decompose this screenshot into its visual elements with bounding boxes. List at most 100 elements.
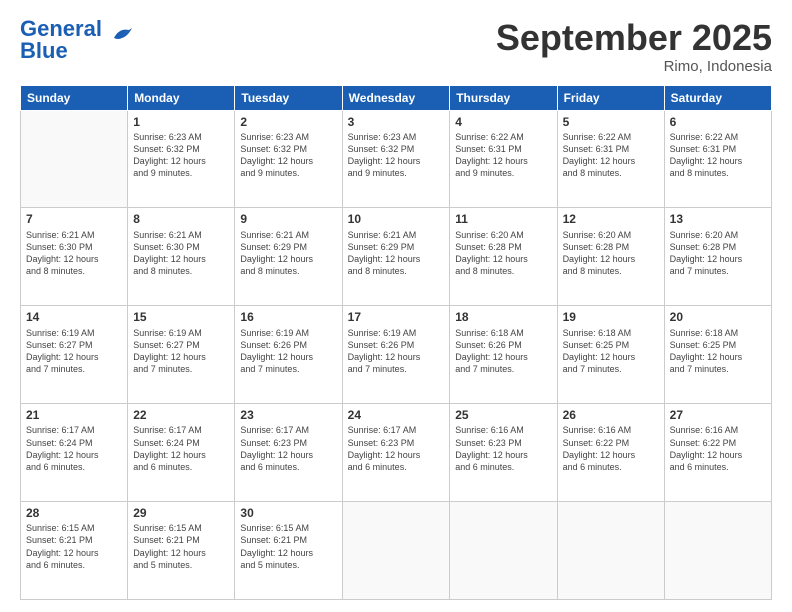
day-info: Sunrise: 6:21 AM Sunset: 6:30 PM Dayligh… <box>26 229 122 278</box>
calendar-cell <box>21 110 128 208</box>
calendar-cell: 8Sunrise: 6:21 AM Sunset: 6:30 PM Daylig… <box>128 208 235 306</box>
col-monday: Monday <box>128 85 235 110</box>
day-number: 24 <box>348 407 445 423</box>
day-number: 13 <box>670 211 766 227</box>
day-number: 16 <box>240 309 336 325</box>
calendar-cell: 5Sunrise: 6:22 AM Sunset: 6:31 PM Daylig… <box>557 110 664 208</box>
calendar-cell: 16 Sunrise: 6:19 AM Sunset: 6:26 PM Dayli… <box>235 306 342 404</box>
calendar-cell: 14 Sunrise: 6:19 AM Sunset: 6:27 PM Dayli… <box>21 306 128 404</box>
day-number: 10 <box>348 211 445 227</box>
day-info: Sunrise: 6:20 AM Sunset: 6:28 PM Dayligh… <box>563 229 659 278</box>
day-info: Sunrise: 6:22 AM Sunset: 6:31 PM Dayligh… <box>670 131 766 180</box>
calendar-cell: 3Sunrise: 6:23 AM Sunset: 6:32 PM Daylig… <box>342 110 450 208</box>
day-number: 6 <box>670 114 766 130</box>
day-number: 9 <box>240 211 336 227</box>
calendar-cell: 21Sunrise: 6:17 AM Sunset: 6:24 PM Dayli… <box>21 404 128 502</box>
calendar-cell: 2Sunrise: 6:23 AM Sunset: 6:32 PM Daylig… <box>235 110 342 208</box>
calendar-cell: 7Sunrise: 6:21 AM Sunset: 6:30 PM Daylig… <box>21 208 128 306</box>
day-info: Sunrise: 6:17 AM Sunset: 6:23 PM Dayligh… <box>240 424 336 473</box>
col-wednesday: Wednesday <box>342 85 450 110</box>
day-info: Sunrise: 6:19 AM Sunset: 6:26 PM Dayligh… <box>348 327 445 376</box>
day-number: 15 <box>133 309 229 325</box>
calendar-cell: 26Sunrise: 6:16 AM Sunset: 6:22 PM Dayli… <box>557 404 664 502</box>
day-number: 3 <box>348 114 445 130</box>
day-info: Sunrise: 6:19 AM Sunset: 6:27 PM Dayligh… <box>26 327 122 376</box>
col-friday: Friday <box>557 85 664 110</box>
calendar-cell: 25Sunrise: 6:16 AM Sunset: 6:23 PM Dayli… <box>450 404 557 502</box>
day-info: Sunrise: 6:18 AM Sunset: 6:25 PM Dayligh… <box>670 327 766 376</box>
calendar-cell: 20Sunrise: 6:18 AM Sunset: 6:25 PM Dayli… <box>664 306 771 404</box>
day-number: 18 <box>455 309 551 325</box>
day-number: 22 <box>133 407 229 423</box>
day-number: 2 <box>240 114 336 130</box>
calendar-cell: 27Sunrise: 6:16 AM Sunset: 6:22 PM Dayli… <box>664 404 771 502</box>
day-info: Sunrise: 6:21 AM Sunset: 6:30 PM Dayligh… <box>133 229 229 278</box>
day-info: Sunrise: 6:20 AM Sunset: 6:28 PM Dayligh… <box>455 229 551 278</box>
week-row-0: 1Sunrise: 6:23 AM Sunset: 6:32 PM Daylig… <box>21 110 772 208</box>
day-number: 5 <box>563 114 659 130</box>
calendar-cell: 19Sunrise: 6:18 AM Sunset: 6:25 PM Dayli… <box>557 306 664 404</box>
day-number: 26 <box>563 407 659 423</box>
day-info: Sunrise: 6:18 AM Sunset: 6:25 PM Dayligh… <box>563 327 659 376</box>
day-info: Sunrise: 6:17 AM Sunset: 6:24 PM Dayligh… <box>26 424 122 473</box>
calendar-cell: 10 Sunrise: 6:21 AM Sunset: 6:29 PM Dayli… <box>342 208 450 306</box>
calendar-header: Sunday Monday Tuesday Wednesday Thursday… <box>21 85 772 110</box>
calendar-cell: 22Sunrise: 6:17 AM Sunset: 6:24 PM Dayli… <box>128 404 235 502</box>
col-saturday: Saturday <box>664 85 771 110</box>
calendar-table: Sunday Monday Tuesday Wednesday Thursday… <box>20 85 772 600</box>
day-info: Sunrise: 6:16 AM Sunset: 6:22 PM Dayligh… <box>563 424 659 473</box>
calendar-cell: 28Sunrise: 6:15 AM Sunset: 6:21 PM Dayli… <box>21 502 128 600</box>
day-number: 29 <box>133 505 229 521</box>
day-number: 11 <box>455 211 551 227</box>
calendar-cell: 13 Sunrise: 6:20 AM Sunset: 6:28 PM Dayli… <box>664 208 771 306</box>
day-number: 4 <box>455 114 551 130</box>
day-number: 28 <box>26 505 122 521</box>
day-info: Sunrise: 6:22 AM Sunset: 6:31 PM Dayligh… <box>455 131 551 180</box>
day-info: Sunrise: 6:23 AM Sunset: 6:32 PM Dayligh… <box>133 131 229 180</box>
calendar-cell: 4Sunrise: 6:22 AM Sunset: 6:31 PM Daylig… <box>450 110 557 208</box>
calendar-cell <box>664 502 771 600</box>
logo-text: GeneralBlue <box>20 18 102 62</box>
logo: GeneralBlue <box>20 18 134 62</box>
day-number: 25 <box>455 407 551 423</box>
col-thursday: Thursday <box>450 85 557 110</box>
title-block: September 2025 Rimo, Indonesia <box>496 18 772 75</box>
week-row-3: 21Sunrise: 6:17 AM Sunset: 6:24 PM Dayli… <box>21 404 772 502</box>
day-info: Sunrise: 6:20 AM Sunset: 6:28 PM Dayligh… <box>670 229 766 278</box>
day-info: Sunrise: 6:15 AM Sunset: 6:21 PM Dayligh… <box>240 522 336 571</box>
day-info: Sunrise: 6:22 AM Sunset: 6:31 PM Dayligh… <box>563 131 659 180</box>
day-number: 27 <box>670 407 766 423</box>
col-sunday: Sunday <box>21 85 128 110</box>
calendar-cell: 30Sunrise: 6:15 AM Sunset: 6:21 PM Dayli… <box>235 502 342 600</box>
calendar-cell: 12Sunrise: 6:20 AM Sunset: 6:28 PM Dayli… <box>557 208 664 306</box>
day-info: Sunrise: 6:15 AM Sunset: 6:21 PM Dayligh… <box>26 522 122 571</box>
day-info: Sunrise: 6:23 AM Sunset: 6:32 PM Dayligh… <box>240 131 336 180</box>
calendar-cell: 1Sunrise: 6:23 AM Sunset: 6:32 PM Daylig… <box>128 110 235 208</box>
calendar-cell <box>450 502 557 600</box>
calendar-cell: 23Sunrise: 6:17 AM Sunset: 6:23 PM Dayli… <box>235 404 342 502</box>
col-tuesday: Tuesday <box>235 85 342 110</box>
day-number: 1 <box>133 114 229 130</box>
week-row-4: 28Sunrise: 6:15 AM Sunset: 6:21 PM Dayli… <box>21 502 772 600</box>
page: GeneralBlue September 2025 Rimo, Indones… <box>0 0 792 612</box>
calendar-cell: 18Sunrise: 6:18 AM Sunset: 6:26 PM Dayli… <box>450 306 557 404</box>
calendar-cell: 9Sunrise: 6:21 AM Sunset: 6:29 PM Daylig… <box>235 208 342 306</box>
day-info: Sunrise: 6:19 AM Sunset: 6:27 PM Dayligh… <box>133 327 229 376</box>
calendar-cell <box>342 502 450 600</box>
day-info: Sunrise: 6:19 AM Sunset: 6:26 PM Dayligh… <box>240 327 336 376</box>
calendar-cell: 29Sunrise: 6:15 AM Sunset: 6:21 PM Dayli… <box>128 502 235 600</box>
week-row-2: 14 Sunrise: 6:19 AM Sunset: 6:27 PM Dayli… <box>21 306 772 404</box>
calendar-body: 1Sunrise: 6:23 AM Sunset: 6:32 PM Daylig… <box>21 110 772 599</box>
calendar-cell: 6Sunrise: 6:22 AM Sunset: 6:31 PM Daylig… <box>664 110 771 208</box>
day-info: Sunrise: 6:17 AM Sunset: 6:23 PM Dayligh… <box>348 424 445 473</box>
calendar-cell <box>557 502 664 600</box>
day-info: Sunrise: 6:15 AM Sunset: 6:21 PM Dayligh… <box>133 522 229 571</box>
day-info: Sunrise: 6:17 AM Sunset: 6:24 PM Dayligh… <box>133 424 229 473</box>
header: GeneralBlue September 2025 Rimo, Indones… <box>20 18 772 75</box>
calendar-cell: 17 Sunrise: 6:19 AM Sunset: 6:26 PM Dayli… <box>342 306 450 404</box>
day-number: 21 <box>26 407 122 423</box>
day-info: Sunrise: 6:21 AM Sunset: 6:29 PM Dayligh… <box>348 229 445 278</box>
day-number: 17 <box>348 309 445 325</box>
day-number: 14 <box>26 309 122 325</box>
month-title: September 2025 <box>496 18 772 58</box>
